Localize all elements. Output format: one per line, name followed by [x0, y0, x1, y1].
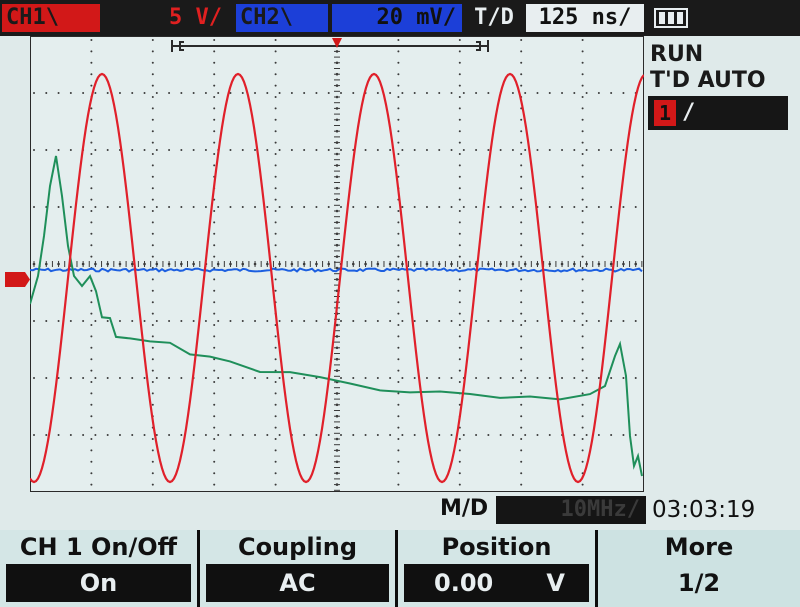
battery-icon — [654, 8, 688, 28]
softkey-title: More — [664, 533, 734, 561]
position-value: 0.00 — [434, 569, 494, 597]
graticule-border — [30, 36, 644, 492]
softkey-value: 0.00 V — [404, 564, 589, 602]
softkey-title: Coupling — [237, 533, 358, 561]
trigger-edge-icon: / — [682, 100, 696, 125]
bandwidth-limit: 10MHz/ — [496, 496, 646, 524]
oscilloscope-screen: CH1\ 5 V/ CH2\ 20 mV/ T/D 125 ns/ RUN T'… — [0, 0, 800, 607]
softkey-ch1-onoff[interactable]: CH 1 On/Off On — [0, 530, 200, 607]
ch1-label[interactable]: CH1\ — [2, 4, 100, 32]
softkey-value: On — [6, 564, 191, 602]
softkey-title: CH 1 On/Off — [19, 533, 178, 561]
ch2-label[interactable]: CH2\ — [236, 4, 328, 32]
trigger-source: 1 — [654, 100, 676, 126]
clock: 03:03:19 — [652, 497, 756, 523]
status-bar: CH1\ 5 V/ CH2\ 20 mV/ T/D 125 ns/ — [0, 0, 800, 36]
softkey-position[interactable]: Position 0.00 V — [398, 530, 598, 607]
softkey-value: 1/2 — [677, 569, 721, 597]
waveform-display[interactable] — [30, 36, 644, 492]
trigger-info: 1 / — [648, 96, 788, 130]
softkey-value: AC — [206, 564, 389, 602]
run-status: RUN — [650, 42, 704, 67]
softkey-more[interactable]: More 1/2 — [598, 530, 800, 607]
timebase-value: 125 ns/ — [526, 4, 644, 32]
timebase-label: T/D — [474, 5, 514, 30]
trigger-mode: T'D AUTO — [650, 68, 766, 93]
softkey-title: Position — [441, 533, 552, 561]
position-unit: V — [546, 569, 565, 597]
md-label: M/D — [440, 496, 489, 521]
ch1-ground-marker[interactable] — [4, 270, 30, 290]
ch2-volts-per-div: 20 mV/ — [332, 4, 462, 32]
ch1-volts-per-div: 5 V/ — [104, 4, 228, 32]
softkey-coupling[interactable]: Coupling AC — [200, 530, 398, 607]
